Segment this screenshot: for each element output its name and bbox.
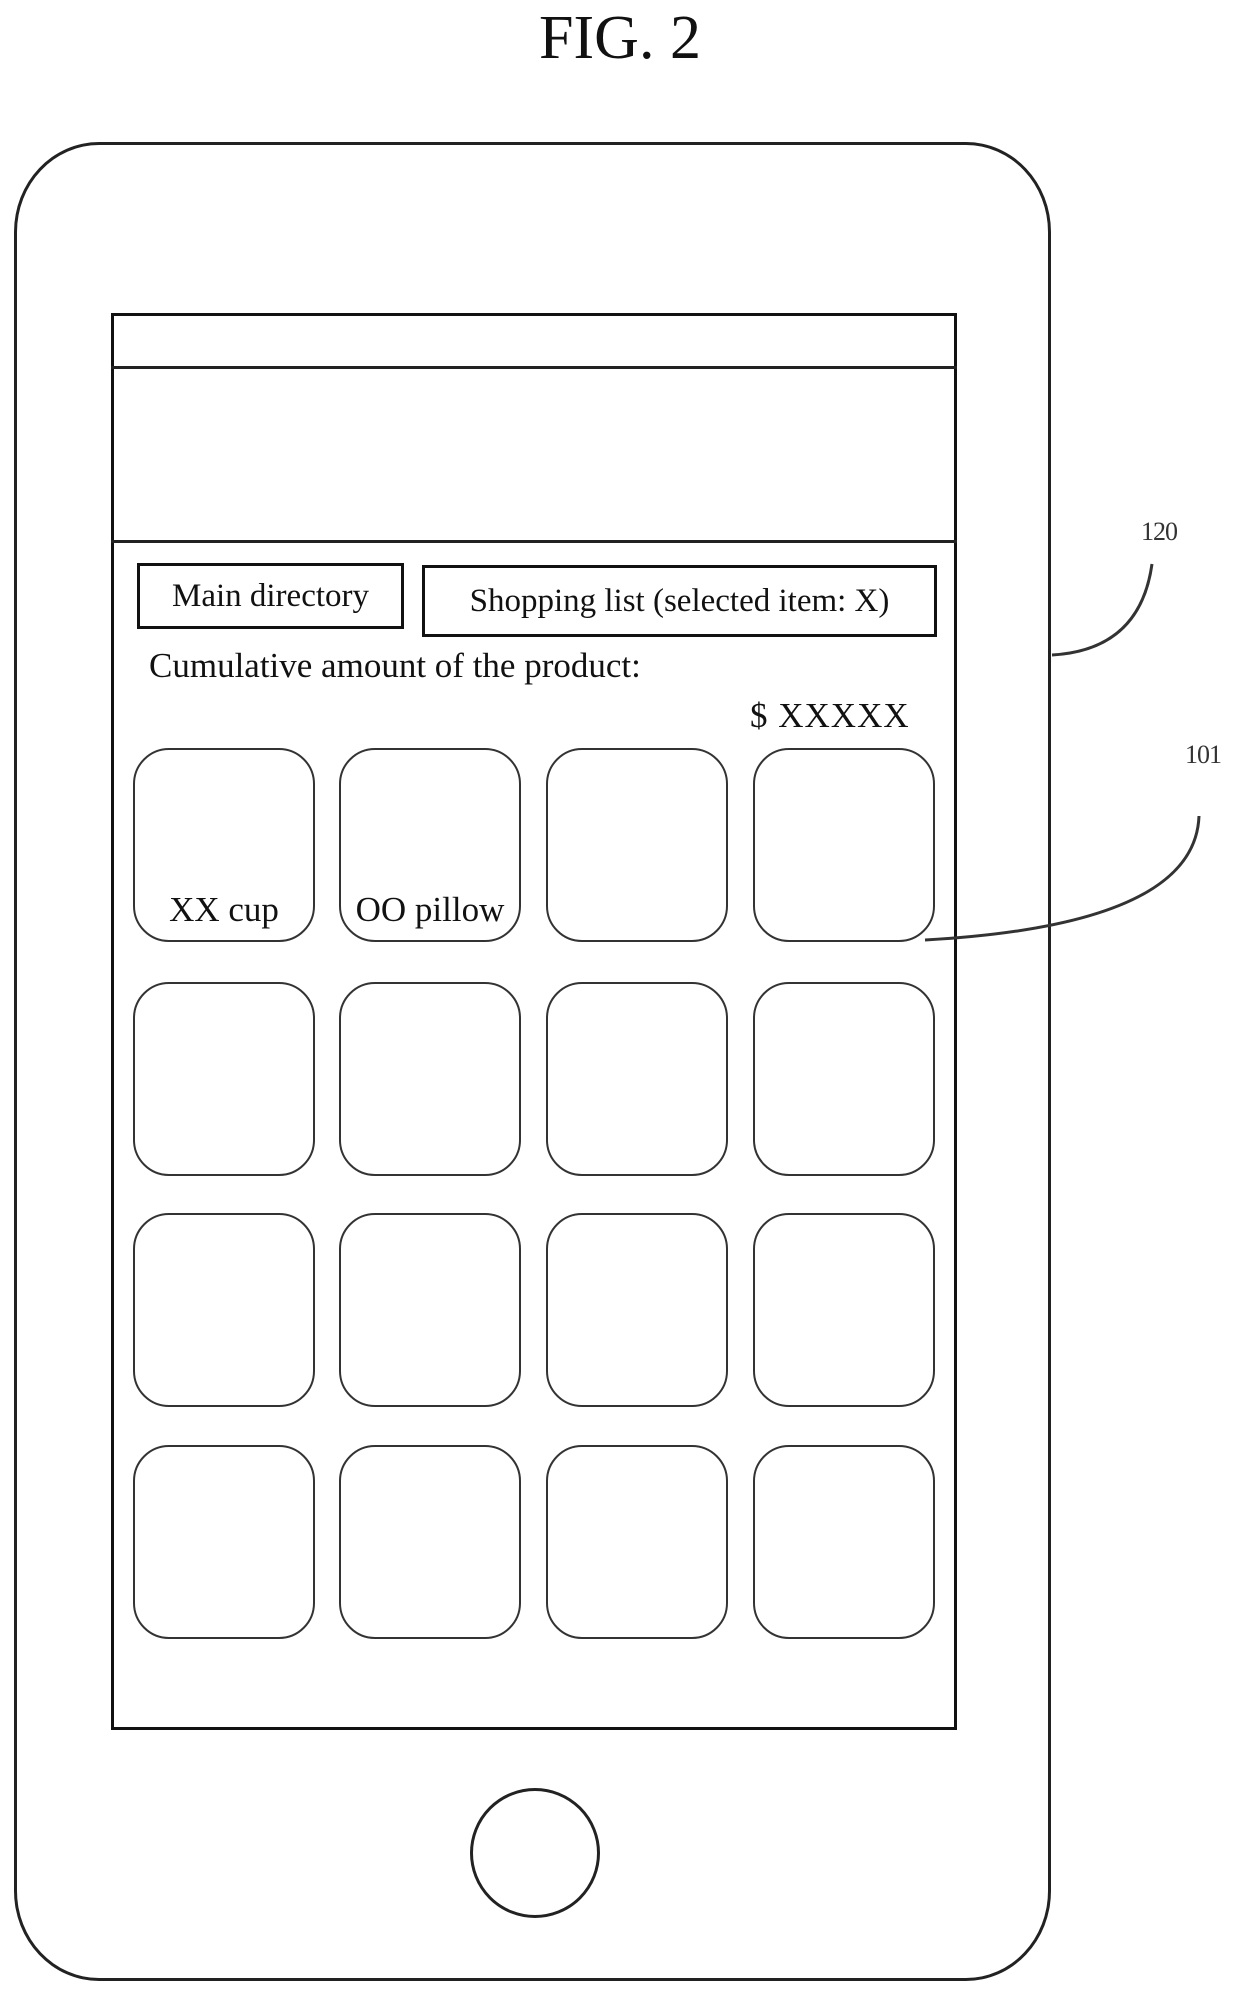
product-tile-label: OO pillow <box>355 890 505 929</box>
product-tile[interactable] <box>133 1445 315 1639</box>
product-tile[interactable]: XX cup <box>133 748 315 942</box>
shopping-list-label: Shopping list (selected item: X) <box>469 582 890 619</box>
figure-title: FIG. 2 <box>539 4 701 72</box>
product-tile[interactable] <box>546 1213 728 1407</box>
product-tile[interactable] <box>133 1213 315 1407</box>
home-button-icon[interactable] <box>470 1788 600 1918</box>
product-tile[interactable] <box>546 1445 728 1639</box>
main-directory-button[interactable]: Main directory <box>137 563 404 629</box>
reference-numeral-120: 120 <box>1141 517 1178 546</box>
product-tile[interactable] <box>339 1445 521 1639</box>
main-directory-label: Main directory <box>171 577 370 614</box>
product-tile[interactable] <box>546 982 728 1176</box>
status-bar-divider <box>111 366 957 369</box>
reference-numeral-101: 101 <box>1185 740 1222 769</box>
product-tile[interactable] <box>753 1445 935 1639</box>
leader-line-120 <box>1051 563 1154 657</box>
product-tile[interactable] <box>339 982 521 1176</box>
cumulative-amount-label: Cumulative amount of the product: <box>149 646 641 685</box>
header-divider <box>111 540 957 543</box>
product-tile[interactable] <box>753 982 935 1176</box>
product-tile-label: XX cup <box>169 890 279 929</box>
product-tile[interactable] <box>339 1213 521 1407</box>
product-tile[interactable] <box>753 748 935 942</box>
product-tile[interactable] <box>753 1213 935 1407</box>
product-tile[interactable] <box>546 748 728 942</box>
product-tile[interactable]: OO pillow <box>339 748 521 942</box>
product-tile[interactable] <box>133 982 315 1176</box>
cumulative-amount-value: $ XXXXX <box>750 696 910 735</box>
shopping-list-button[interactable]: Shopping list (selected item: X) <box>422 565 937 637</box>
